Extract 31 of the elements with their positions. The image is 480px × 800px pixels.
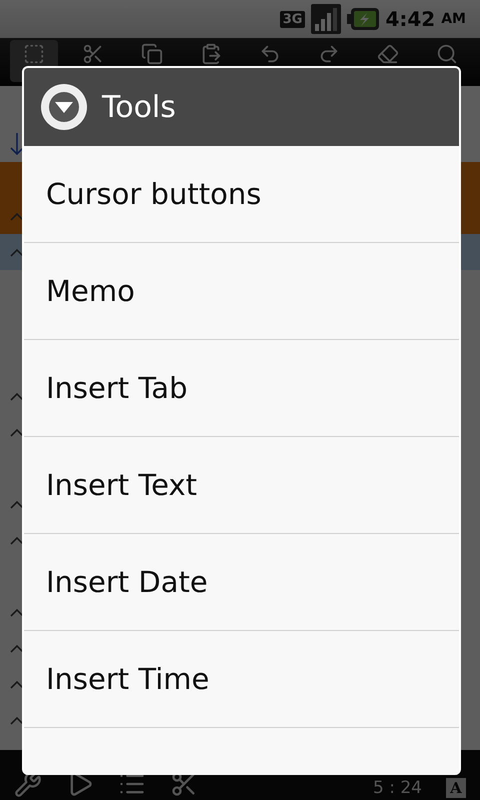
network-type-icon: 3G xyxy=(280,10,306,28)
search-icon xyxy=(436,43,458,65)
menu-item[interactable]: Memo xyxy=(24,243,459,340)
dropdown-circle-icon xyxy=(40,83,88,131)
line-end-marker-icon xyxy=(10,608,24,616)
menu-item[interactable]: Insert Text xyxy=(24,437,459,534)
select-all-icon xyxy=(22,43,44,65)
cut-icon xyxy=(82,43,104,65)
clock-time: 4:42 xyxy=(385,7,436,31)
menu-item[interactable]: Insert Tab xyxy=(24,340,459,437)
line-end-marker-icon xyxy=(10,644,24,652)
line-end-marker-icon xyxy=(10,716,24,724)
line-end-marker-icon xyxy=(10,500,24,508)
signal-icon xyxy=(311,4,342,34)
dialog-title: Tools xyxy=(102,90,176,124)
menu-item[interactable]: Cursor buttons xyxy=(24,146,459,243)
line-end-marker-icon xyxy=(10,428,24,436)
cursor-position: 5 : 24 xyxy=(373,778,422,798)
menu-item[interactable]: Insert Date xyxy=(24,534,459,631)
copy-icon xyxy=(140,43,162,65)
battery-charging-icon xyxy=(347,8,380,30)
line-end-marker-icon xyxy=(10,680,24,688)
menu-item[interactable]: Insert Time xyxy=(24,631,459,728)
eraser-icon xyxy=(376,43,398,65)
line-end-marker-icon xyxy=(10,536,24,544)
undo-icon xyxy=(258,43,280,65)
clock-meridiem: AM xyxy=(441,11,466,27)
down-arrow-icon xyxy=(10,132,24,156)
line-end-marker-icon xyxy=(10,212,24,220)
line-end-marker-icon xyxy=(10,392,24,400)
line-end-marker-icon xyxy=(10,248,24,256)
